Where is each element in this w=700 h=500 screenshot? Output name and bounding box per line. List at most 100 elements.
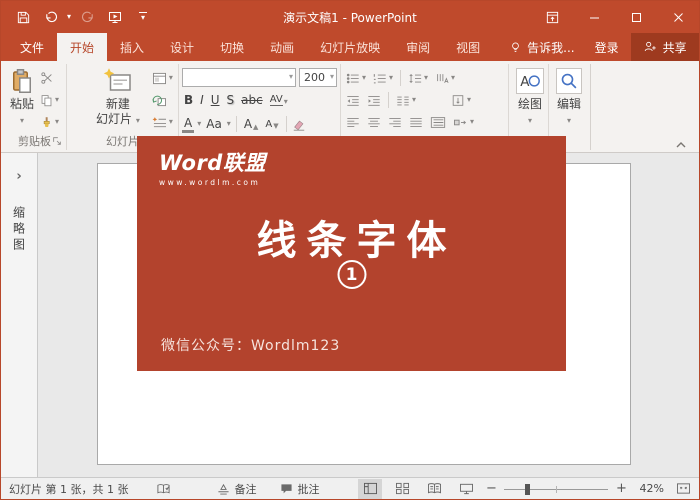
undo-dropdown-caret[interactable]	[67, 13, 71, 21]
lightbulb-icon	[509, 41, 522, 54]
expand-thumbnails-icon[interactable]	[16, 169, 21, 184]
zoom-level[interactable]: 42%	[634, 482, 664, 495]
numbering-icon[interactable]	[371, 69, 395, 87]
slide-sorter-view-button[interactable]	[390, 479, 414, 499]
strikethrough-button[interactable]: abc	[239, 93, 265, 107]
zoom-slider[interactable]	[504, 479, 608, 499]
tab-view[interactable]: 视图	[443, 33, 493, 61]
sign-in-link[interactable]: 登录	[585, 33, 629, 61]
font-name-combo[interactable]	[182, 68, 296, 87]
wordlm-logo: Word联盟 www.wordlm.com	[159, 147, 266, 187]
fit-slide-to-window-icon[interactable]	[676, 482, 691, 495]
tell-me-box[interactable]: 告诉我...	[499, 33, 584, 61]
slideshow-view-button[interactable]	[454, 479, 478, 499]
svg-text:A: A	[520, 75, 530, 90]
step-number-badge: 1	[337, 260, 366, 289]
tab-file[interactable]: 文件	[7, 33, 57, 61]
tab-design[interactable]: 设计	[157, 33, 207, 61]
wordlm-url: www.wordlm.com	[159, 178, 266, 187]
statusbar: 幻灯片 第 1 张，共 1 张 备注 批注 −	[1, 477, 699, 499]
normal-view-button[interactable]	[358, 479, 382, 499]
save-icon[interactable]	[11, 5, 35, 29]
font-color-button[interactable]: A	[182, 116, 194, 133]
tab-insert[interactable]: 插入	[107, 33, 157, 61]
ribbon-tabs: 文件 开始 插入 设计 切换 动画 幻灯片放映 审阅 视图 告诉我... 登录 …	[1, 33, 699, 61]
tutorial-image-overlay: Word联盟 www.wordlm.com 线条字体 1 微信公众号：Wordl…	[137, 136, 566, 371]
change-case-caret[interactable]	[227, 120, 231, 128]
comments-toggle[interactable]: 批注	[280, 481, 319, 497]
copy-button[interactable]	[38, 91, 61, 109]
decrease-indent-icon[interactable]	[344, 91, 362, 109]
justify-icon[interactable]	[407, 113, 425, 131]
new-slide-button[interactable]: 新建幻灯片	[92, 65, 144, 135]
thumbnail-panel-label: 缩略图	[11, 206, 28, 254]
notes-icon	[217, 483, 230, 495]
ribbon-display-options-icon[interactable]	[531, 1, 573, 33]
zoom-slider-thumb[interactable]	[525, 484, 530, 495]
tab-review[interactable]: 审阅	[393, 33, 443, 61]
start-slideshow-icon[interactable]	[103, 5, 127, 29]
person-add-icon	[643, 40, 657, 54]
overlay-title: 线条字体	[137, 208, 566, 266]
tab-home[interactable]: 开始	[57, 33, 107, 61]
format-painter-icon[interactable]	[38, 113, 61, 131]
drawing-button[interactable]: A 绘图	[512, 65, 548, 135]
titlebar: 演示文稿1 - PowerPoint	[1, 1, 699, 33]
maximize-button[interactable]	[615, 1, 657, 33]
font-size-combo[interactable]: 200	[299, 68, 337, 87]
smartart-convert-icon[interactable]	[451, 113, 476, 131]
undo-icon[interactable]	[39, 5, 63, 29]
overlay-caption: 微信公众号：Wordlm123	[161, 335, 340, 355]
text-direction-icon[interactable]	[433, 69, 457, 87]
share-button[interactable]: 共享	[631, 33, 699, 61]
customize-qat-icon[interactable]	[131, 5, 155, 29]
tab-slideshow[interactable]: 幻灯片放映	[307, 33, 393, 61]
tab-transitions[interactable]: 切换	[207, 33, 257, 61]
notes-toggle[interactable]: 备注	[217, 481, 256, 497]
slide-layout-button[interactable]	[150, 69, 175, 87]
italic-button[interactable]: I	[198, 93, 206, 107]
close-button[interactable]	[657, 1, 699, 33]
text-shadow-button[interactable]: S	[225, 93, 237, 107]
grow-font-button[interactable]: A▲	[242, 117, 261, 131]
bullets-icon[interactable]	[344, 69, 368, 87]
align-left-icon[interactable]	[344, 113, 362, 131]
window-controls	[531, 1, 699, 33]
shrink-font-button[interactable]: A▼	[263, 119, 280, 130]
reading-view-button[interactable]	[422, 479, 446, 499]
drawing-dropdown-caret[interactable]	[528, 117, 532, 125]
align-text-icon[interactable]	[449, 91, 473, 109]
change-case-button[interactable]: Aa	[204, 117, 224, 131]
paste-button[interactable]: 粘贴	[6, 65, 38, 135]
editing-dropdown-caret[interactable]	[567, 117, 571, 125]
editing-button[interactable]: 编辑	[552, 65, 586, 135]
line-spacing-icon[interactable]	[406, 69, 430, 87]
character-spacing-button[interactable]: AV	[268, 94, 290, 106]
distribute-columns-icon[interactable]	[428, 113, 448, 131]
redo-icon	[75, 5, 99, 29]
collapse-ribbon-icon[interactable]	[675, 141, 687, 149]
bold-button[interactable]: B	[182, 93, 195, 107]
thumbnail-panel-collapsed[interactable]: 缩略图	[1, 153, 38, 477]
new-slide-dropdown-caret[interactable]	[136, 117, 140, 125]
paste-dropdown-caret[interactable]	[20, 117, 24, 125]
spellcheck-icon[interactable]	[156, 482, 171, 496]
reset-slide-button[interactable]	[150, 91, 175, 109]
paste-clipboard-icon	[10, 68, 34, 94]
cut-button[interactable]	[38, 69, 61, 87]
clear-formatting-icon[interactable]	[292, 118, 306, 131]
zoom-in-button[interactable]: +	[616, 481, 626, 496]
align-center-icon[interactable]	[365, 113, 383, 131]
align-right-icon[interactable]	[386, 113, 404, 131]
underline-button[interactable]: U	[209, 93, 222, 107]
clipboard-group: 粘贴 剪贴板	[3, 64, 67, 150]
clipboard-dialog-launcher-icon[interactable]	[52, 136, 64, 148]
columns-icon[interactable]	[394, 91, 418, 109]
section-button[interactable]	[150, 113, 175, 131]
zoom-out-button[interactable]: −	[486, 481, 496, 496]
tab-animations[interactable]: 动画	[257, 33, 307, 61]
minimize-button[interactable]	[573, 1, 615, 33]
increase-indent-icon[interactable]	[365, 91, 383, 109]
comment-icon	[280, 483, 293, 495]
font-color-caret[interactable]	[197, 120, 201, 128]
